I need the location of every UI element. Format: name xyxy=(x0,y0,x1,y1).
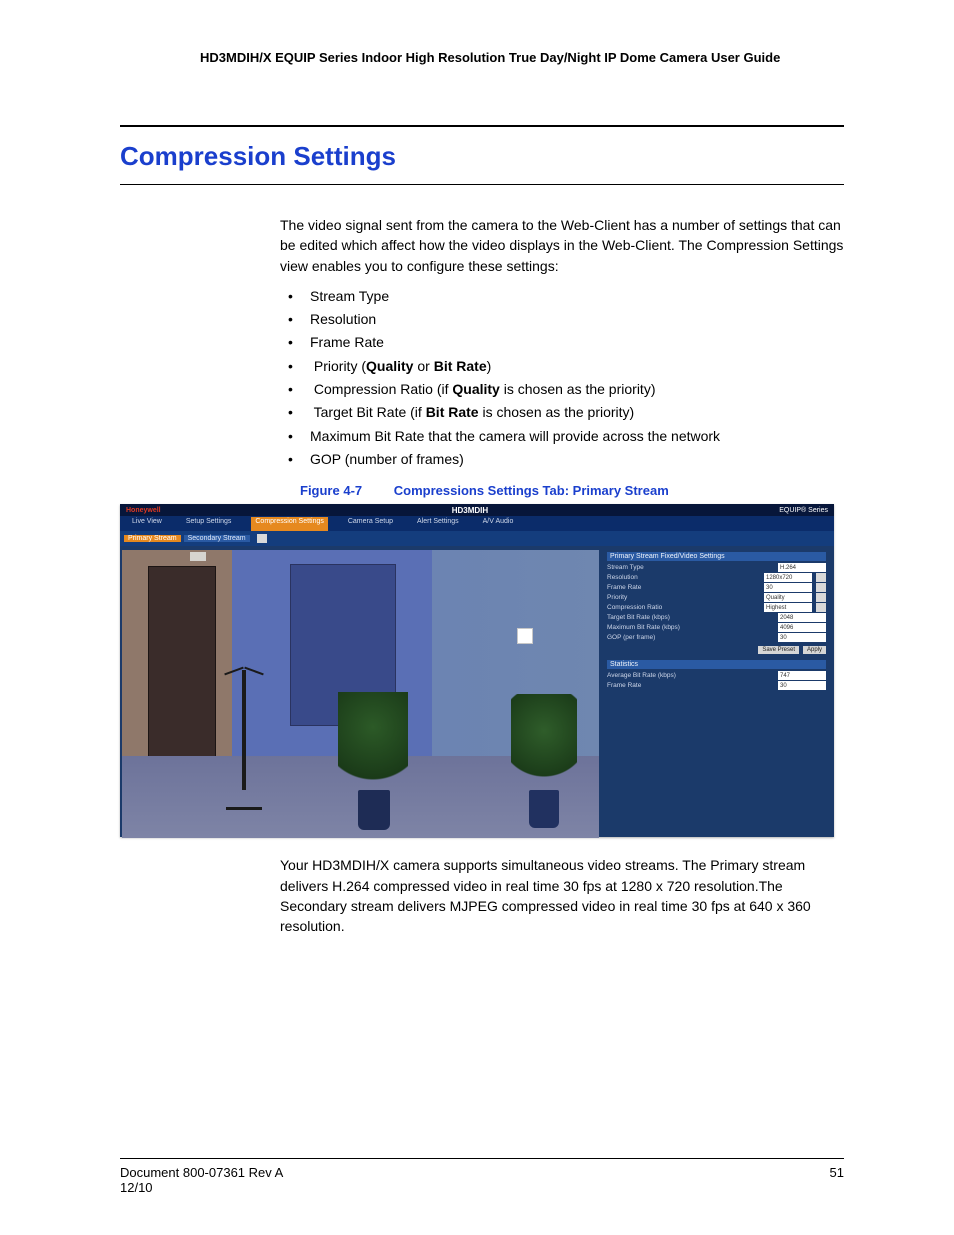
chevron-down-icon[interactable] xyxy=(816,583,826,592)
tab-live-view[interactable]: Live View xyxy=(128,517,166,531)
bullet-list: Stream Type Resolution Frame Rate Priori… xyxy=(280,286,844,469)
tab-setup-settings[interactable]: Setup Settings xyxy=(182,517,236,531)
list-item: Compression Ratio (if Quality is chosen … xyxy=(280,379,844,399)
settings-panel: Primary Stream Fixed/Video Settings Stre… xyxy=(599,546,834,840)
list-item: Maximum Bit Rate that the camera will pr… xyxy=(280,426,844,446)
figure-title: Compressions Settings Tab: Primary Strea… xyxy=(394,483,669,498)
bold-text: Quality xyxy=(452,381,499,397)
text: ) xyxy=(487,358,492,374)
field-label: Stream Type xyxy=(607,564,774,571)
panel-header: Primary Stream Fixed/Video Settings xyxy=(607,552,826,561)
compression-ratio-select[interactable]: Highest xyxy=(764,603,812,612)
tab-alert-settings[interactable]: Alert Settings xyxy=(413,517,463,531)
field-label: Frame Rate xyxy=(607,584,760,591)
rule-under-title xyxy=(120,184,844,185)
apply-button[interactable]: Apply xyxy=(803,646,826,654)
intro-paragraph: The video signal sent from the camera to… xyxy=(280,215,844,276)
page-footer: Document 800-07361 Rev A 12/10 51 xyxy=(120,1152,844,1196)
field-label: Compression Ratio xyxy=(607,604,760,611)
avg-bitrate-value: 747 xyxy=(778,671,826,680)
text: Compression Ratio (if xyxy=(314,381,453,397)
max-bitrate-input[interactable]: 4096 xyxy=(778,623,826,632)
text: or xyxy=(413,358,433,374)
stats-header: Statistics xyxy=(607,660,826,669)
figure-number: Figure 4-7 xyxy=(300,483,362,498)
footer-rule xyxy=(120,1158,844,1159)
list-item: GOP (number of frames) xyxy=(280,449,844,469)
frame-rate-select[interactable]: 30 xyxy=(764,583,812,592)
priority-select[interactable]: Quality xyxy=(764,593,812,602)
video-preview xyxy=(122,550,599,838)
list-item: Resolution xyxy=(280,309,844,329)
figure-screenshot: Honeywell HD3MDIH EQUIP® Series Live Vie… xyxy=(120,504,834,837)
stats-framerate-value: 30 xyxy=(778,681,826,690)
page-number: 51 xyxy=(830,1165,844,1195)
field-label: Average Bit Rate (kbps) xyxy=(607,672,774,679)
chevron-down-icon[interactable] xyxy=(816,593,826,602)
brand-label: Honeywell xyxy=(126,507,161,514)
text: Target Bit Rate (if xyxy=(314,404,426,420)
figure-caption: Figure 4-7 Compressions Settings Tab: Pr… xyxy=(300,483,844,498)
text: is chosen as the priority) xyxy=(479,404,635,420)
field-label: Maximum Bit Rate (kbps) xyxy=(607,624,774,631)
body-paragraph: Your HD3MDIH/X camera supports simultane… xyxy=(280,855,844,936)
tab-bar: Live View Setup Settings Compression Set… xyxy=(120,516,834,531)
text: is chosen as the priority) xyxy=(500,381,656,397)
field-label: Resolution xyxy=(607,574,760,581)
tab-av-audio[interactable]: A/V Audio xyxy=(479,517,518,531)
field-label: Frame Rate xyxy=(607,682,774,689)
chevron-down-icon[interactable] xyxy=(816,603,826,612)
subtab-bar: Primary Stream Secondary Stream xyxy=(120,531,834,546)
doc-id: Document 800-07361 Rev A xyxy=(120,1165,283,1180)
target-bitrate-input[interactable]: 2048 xyxy=(778,613,826,622)
expand-icon[interactable] xyxy=(257,534,267,543)
text: Priority ( xyxy=(314,358,366,374)
model-label: HD3MDIH xyxy=(452,506,488,515)
field-label: Target Bit Rate (kbps) xyxy=(607,614,774,621)
list-item: Target Bit Rate (if Bit Rate is chosen a… xyxy=(280,402,844,422)
section-title: Compression Settings xyxy=(120,135,844,178)
tab-camera-setup[interactable]: Camera Setup xyxy=(344,517,397,531)
doc-date: 12/10 xyxy=(120,1180,283,1195)
field-label: Priority xyxy=(607,594,760,601)
list-item: Priority (Quality or Bit Rate) xyxy=(280,356,844,376)
resolution-select[interactable]: 1280x720 xyxy=(764,573,812,582)
bold-text: Quality xyxy=(366,358,413,374)
series-label: EQUIP® Series xyxy=(779,507,828,514)
chevron-down-icon[interactable] xyxy=(816,573,826,582)
tab-compression-settings[interactable]: Compression Settings xyxy=(251,517,327,531)
bold-text: Bit Rate xyxy=(426,404,479,420)
subtab-secondary-stream[interactable]: Secondary Stream xyxy=(184,535,250,542)
bold-text: Bit Rate xyxy=(434,358,487,374)
subtab-primary-stream[interactable]: Primary Stream xyxy=(124,535,181,542)
save-preset-button[interactable]: Save Preset xyxy=(758,646,799,654)
field-label: GOP (per frame) xyxy=(607,634,774,641)
rule-top xyxy=(120,125,844,127)
list-item: Frame Rate xyxy=(280,332,844,352)
page-header: HD3MDIH/X EQUIP Series Indoor High Resol… xyxy=(200,50,844,65)
gop-input[interactable]: 30 xyxy=(778,633,826,642)
list-item: Stream Type xyxy=(280,286,844,306)
stream-type-value: H.264 xyxy=(778,563,826,572)
